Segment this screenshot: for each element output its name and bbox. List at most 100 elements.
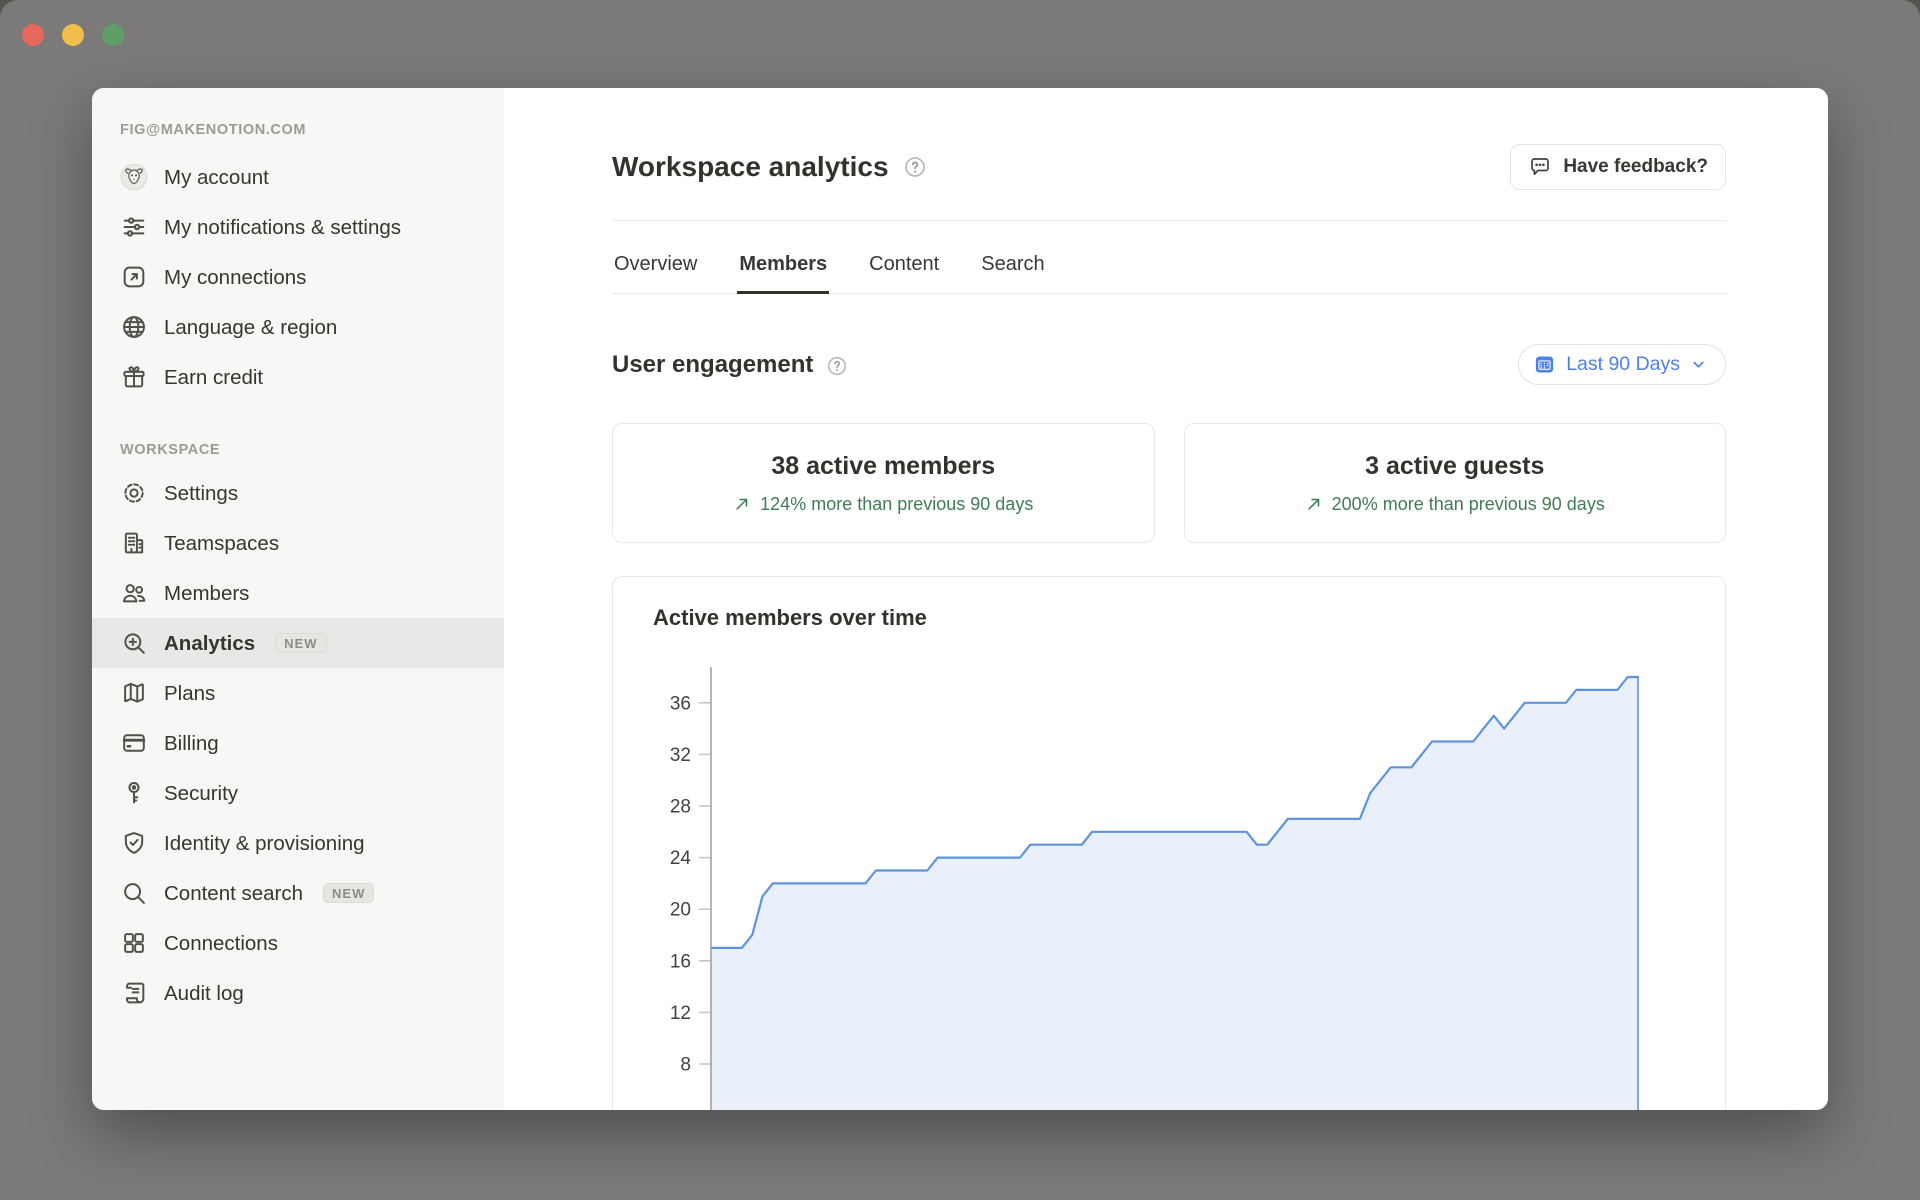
map-icon <box>120 679 148 707</box>
active-members-chart: 36 32 28 24 20 16 12 8 <box>637 651 1725 1110</box>
main-panel: Workspace analytics Have feedback? Overv… <box>504 88 1828 1110</box>
sidebar-item-security[interactable]: Security <box>92 768 504 818</box>
stat-delta-label: 200% more than previous 90 days <box>1332 494 1605 515</box>
header-divider <box>612 220 1726 221</box>
sidebar-item-settings[interactable]: Settings <box>92 468 504 518</box>
chart-title: Active members over time <box>653 605 1725 631</box>
stat-card-38-active-members: 38 active members 124% more than previous… <box>612 423 1155 543</box>
sidebar-item-label: Members <box>164 580 249 607</box>
sidebar-nav: My account My notifications & settings My … <box>92 152 504 1018</box>
speech-bubble-icon <box>1528 155 1552 179</box>
trend-up-icon <box>1305 495 1323 513</box>
active-members-chart-card: Active members over time 36 32 28 24 20 16 12 8 <box>612 576 1726 1110</box>
stat-delta: 200% more than previous 90 days <box>1305 494 1605 515</box>
sidebar-item-billing[interactable]: Billing <box>92 718 504 768</box>
svg-text:24: 24 <box>670 848 692 869</box>
sidebar-item-my-connections[interactable]: My connections <box>92 252 504 302</box>
sidebar-item-label: Connections <box>164 930 278 957</box>
scroll-icon <box>120 979 148 1007</box>
close-button[interactable] <box>22 24 44 46</box>
desktop-background: FIG@MAKENOTION.COM My account My notifica… <box>0 0 1920 1200</box>
page-header: Workspace analytics Have feedback? <box>612 144 1726 190</box>
svg-text:28: 28 <box>670 797 691 818</box>
sidebar-item-label: Content search <box>164 880 303 907</box>
magnifier-plus-icon <box>120 629 148 657</box>
engagement-header: User engagement Last 90 Days <box>612 344 1726 385</box>
sidebar-item-members[interactable]: Members <box>92 568 504 618</box>
tab-members[interactable]: Members <box>737 247 829 294</box>
sidebar-item-label: Earn credit <box>164 364 263 391</box>
sidebar-item-teamspaces[interactable]: Teamspaces <box>92 518 504 568</box>
help-circle-icon[interactable] <box>826 354 848 376</box>
svg-text:36: 36 <box>670 693 691 714</box>
help-circle-icon[interactable] <box>903 155 927 179</box>
svg-text:8: 8 <box>680 1055 691 1076</box>
calendar-icon <box>1533 353 1556 376</box>
account-email: FIG@MAKENOTION.COM <box>92 122 504 138</box>
sidebar-item-earn-credit[interactable]: Earn credit <box>92 352 504 402</box>
avatar <box>120 163 148 191</box>
credit-card-icon <box>120 729 148 757</box>
stat-delta: 124% more than previous 90 days <box>733 494 1033 515</box>
grid-icon <box>120 929 148 957</box>
sidebar-section-header-workspace: WORKSPACE <box>92 442 504 458</box>
stat-cards: 38 active members 124% more than previous… <box>612 423 1726 543</box>
zoom-button[interactable] <box>102 24 124 46</box>
sidebar-item-content-search[interactable]: Content search NEW <box>92 868 504 918</box>
new-badge: NEW <box>323 883 374 903</box>
minimize-button[interactable] <box>62 24 84 46</box>
sidebar-item-plans[interactable]: Plans <box>92 668 504 718</box>
sidebar-item-connections[interactable]: Connections <box>92 918 504 968</box>
sidebar-item-label: My notifications & settings <box>164 214 401 241</box>
sidebar-item-audit-log[interactable]: Audit log <box>92 968 504 1018</box>
svg-text:16: 16 <box>670 951 691 972</box>
date-range-button[interactable]: Last 90 Days <box>1518 344 1726 385</box>
sidebar-item-label: Audit log <box>164 980 244 1007</box>
arrow-up-right-square-icon <box>120 263 148 291</box>
shield-check-icon <box>120 829 148 857</box>
settings-sidebar: FIG@MAKENOTION.COM My account My notifica… <box>92 88 504 1110</box>
date-range-label: Last 90 Days <box>1566 353 1680 376</box>
gear-icon <box>120 479 148 507</box>
sidebar-item-my-account[interactable]: My account <box>92 152 504 202</box>
sidebar-item-label: Teamspaces <box>164 530 279 557</box>
tab-search[interactable]: Search <box>979 247 1046 294</box>
stat-value: 38 active members <box>771 452 995 481</box>
sliders-icon <box>120 213 148 241</box>
svg-text:32: 32 <box>670 745 691 766</box>
sidebar-item-language-region[interactable]: Language & region <box>92 302 504 352</box>
stat-card-3-active-guests: 3 active guests200% more than previous 9… <box>1184 423 1727 543</box>
building-icon <box>120 529 148 557</box>
sidebar-item-label: Language & region <box>164 314 337 341</box>
sidebar-item-analytics[interactable]: Analytics NEW <box>92 618 504 668</box>
sidebar-item-label: Security <box>164 780 238 807</box>
sidebar-item-label: Plans <box>164 680 215 707</box>
sidebar-item-identity-provisioning[interactable]: Identity & provisioning <box>92 818 504 868</box>
sidebar-item-my-notifications-settings[interactable]: My notifications & settings <box>92 202 504 252</box>
new-badge: NEW <box>275 633 326 653</box>
sidebar-item-label: Analytics <box>164 630 255 657</box>
svg-text:20: 20 <box>670 900 691 921</box>
key-icon <box>120 779 148 807</box>
svg-text:12: 12 <box>670 1003 691 1024</box>
user-engagement-title: User engagement <box>612 351 813 379</box>
chevron-down-icon <box>1690 356 1707 373</box>
sidebar-item-label: Billing <box>164 730 219 757</box>
tab-content[interactable]: Content <box>867 247 941 294</box>
sidebar-item-label: Settings <box>164 480 238 507</box>
have-feedback-button[interactable]: Have feedback? <box>1510 144 1726 190</box>
gift-icon <box>120 363 148 391</box>
window-controls <box>22 24 124 46</box>
page-title: Workspace analytics <box>612 151 889 183</box>
have-feedback-label: Have feedback? <box>1563 156 1708 178</box>
sidebar-item-label: My connections <box>164 264 306 291</box>
stat-delta-label: 124% more than previous 90 days <box>760 494 1033 515</box>
magnifier-icon <box>120 879 148 907</box>
analytics-tabs: Overview Members Content Search <box>612 247 1726 294</box>
tab-overview[interactable]: Overview <box>612 247 699 294</box>
people-icon <box>120 579 148 607</box>
globe-icon <box>120 313 148 341</box>
sidebar-item-label: Identity & provisioning <box>164 830 365 857</box>
settings-dialog: FIG@MAKENOTION.COM My account My notifica… <box>92 88 1828 1110</box>
sidebar-item-label: My account <box>164 164 269 191</box>
